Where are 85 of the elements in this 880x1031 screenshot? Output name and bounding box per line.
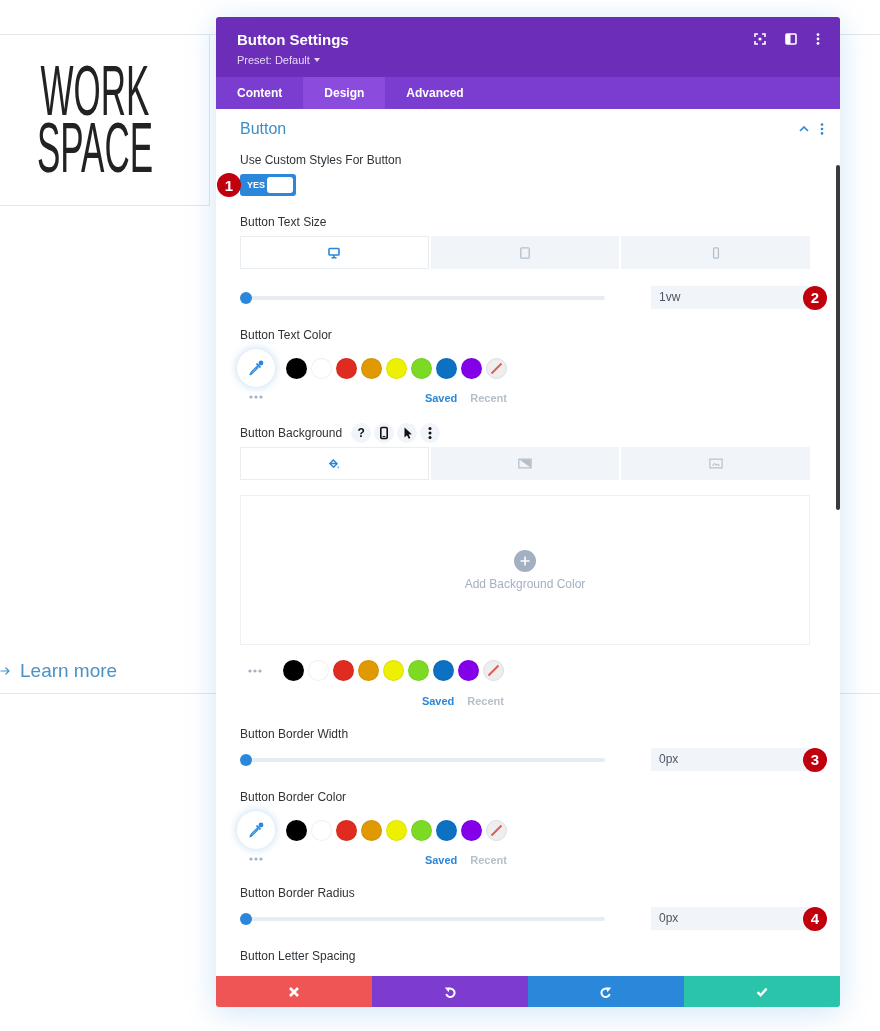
tablet-icon: [519, 246, 531, 259]
color-swatch-icon[interactable]: [336, 819, 357, 841]
page-heading: WORK SPACE: [35, 63, 154, 177]
annotation-marker: 3: [803, 747, 827, 772]
color-swatch-icon[interactable]: [286, 357, 307, 379]
setting-label: Button Border Color: [240, 789, 347, 805]
eyedropper-icon: [248, 822, 264, 838]
add-icon[interactable]: [514, 549, 536, 572]
value-field[interactable]: 0px: [651, 748, 810, 771]
color-swatch-icon[interactable]: [283, 660, 304, 681]
palette-tab[interactable]: Saved: [421, 694, 455, 708]
desktop-icon: [328, 246, 341, 259]
color-swatch-icon[interactable]: [386, 357, 407, 379]
image-icon: [708, 458, 723, 469]
color-swatch-icon[interactable]: [433, 660, 454, 681]
setting-label: Button Border Width: [240, 726, 349, 742]
color-swatch-icon[interactable]: [461, 819, 482, 841]
color-swatch-icon[interactable]: [411, 819, 432, 841]
color-swatch-icon[interactable]: [333, 660, 354, 681]
slider-thumb[interactable]: [240, 912, 252, 925]
help-button[interactable]: ?: [351, 423, 372, 443]
setting-label: Button Text Size: [240, 214, 327, 230]
chevron-icon[interactable]: [799, 126, 809, 132]
gradient-icon: [518, 458, 532, 469]
palette-tab[interactable]: Saved: [424, 391, 458, 405]
tab[interactable]: Content: [216, 77, 304, 109]
setting-label: Use Custom Styles For Button: [240, 152, 402, 168]
eyedropper-icon: [248, 360, 264, 376]
eyedropper-button[interactable]: [237, 349, 275, 387]
redo-icon: [600, 985, 612, 998]
slider-track[interactable]: [240, 291, 605, 304]
palette-tab[interactable]: Saved: [424, 853, 458, 867]
color-swatch-icon[interactable]: [436, 819, 457, 841]
preset-dropdown[interactable]: Preset: Default: [237, 52, 320, 68]
slider-thumb[interactable]: [240, 753, 252, 766]
color-swatch-icon[interactable]: [361, 357, 382, 379]
value-field[interactable]: 1vw: [651, 286, 810, 309]
color-swatch-icon[interactable]: [461, 357, 482, 379]
color-swatch-icon[interactable]: [436, 357, 457, 379]
no-color-icon[interactable]: [486, 819, 507, 841]
eyedropper-button[interactable]: [237, 811, 275, 849]
setting-label: Button Background: [240, 425, 343, 441]
caret-icon: [313, 58, 320, 62]
color-swatch-icon[interactable]: [458, 660, 479, 681]
background-preview-area[interactable]: Add Background Color: [240, 495, 810, 645]
scrollbar-thumb[interactable]: [836, 165, 840, 510]
fullscreen-icon[interactable]: [754, 33, 766, 45]
panel-icon[interactable]: [785, 33, 797, 45]
color-swatch-icon[interactable]: [383, 660, 404, 681]
slider-track[interactable]: [240, 753, 605, 766]
modal-title: Button Settings: [237, 30, 349, 50]
annotation-marker: 4: [803, 906, 827, 931]
section-title: Button: [240, 119, 287, 139]
paint-bucket-icon: [328, 457, 341, 470]
toggle-switch[interactable]: YES: [240, 174, 296, 196]
no-color-icon[interactable]: [483, 660, 504, 681]
tab[interactable]: Design: [303, 77, 386, 109]
setting-label: Button Border Radius: [240, 885, 355, 901]
arrow-right-icon: [0, 666, 10, 676]
annotation-marker: 1: [217, 173, 241, 197]
more-icon[interactable]: [816, 33, 820, 45]
setting-label: Button Text Color: [240, 327, 332, 343]
slider-thumb[interactable]: [240, 291, 252, 304]
annotation-marker: 2: [803, 285, 827, 310]
color-swatch-icon[interactable]: [286, 819, 307, 841]
toggle-knob: [267, 177, 293, 193]
value-field[interactable]: 0px: [651, 907, 810, 930]
phone-icon[interactable]: [374, 423, 395, 443]
setting-label: Button Letter Spacing: [240, 948, 356, 964]
slider-track[interactable]: [240, 912, 605, 925]
more-icon[interactable]: [420, 423, 441, 443]
add-background-label[interactable]: Add Background Color: [464, 576, 586, 591]
cursor-icon[interactable]: [397, 423, 418, 443]
undo-icon: [444, 985, 456, 998]
tab[interactable]: Advanced: [385, 77, 485, 109]
close-icon: [288, 985, 300, 998]
color-swatch-icon[interactable]: [411, 357, 432, 379]
no-color-icon[interactable]: [486, 357, 507, 379]
color-swatch-icon[interactable]: [361, 819, 382, 841]
color-swatch-icon[interactable]: [358, 660, 379, 681]
check-icon: [756, 985, 768, 998]
learn-more-link[interactable]: Learn more: [0, 659, 118, 683]
color-swatch-icon[interactable]: [408, 660, 429, 681]
color-swatch-icon[interactable]: [386, 819, 407, 841]
color-swatch-icon[interactable]: [336, 357, 357, 379]
